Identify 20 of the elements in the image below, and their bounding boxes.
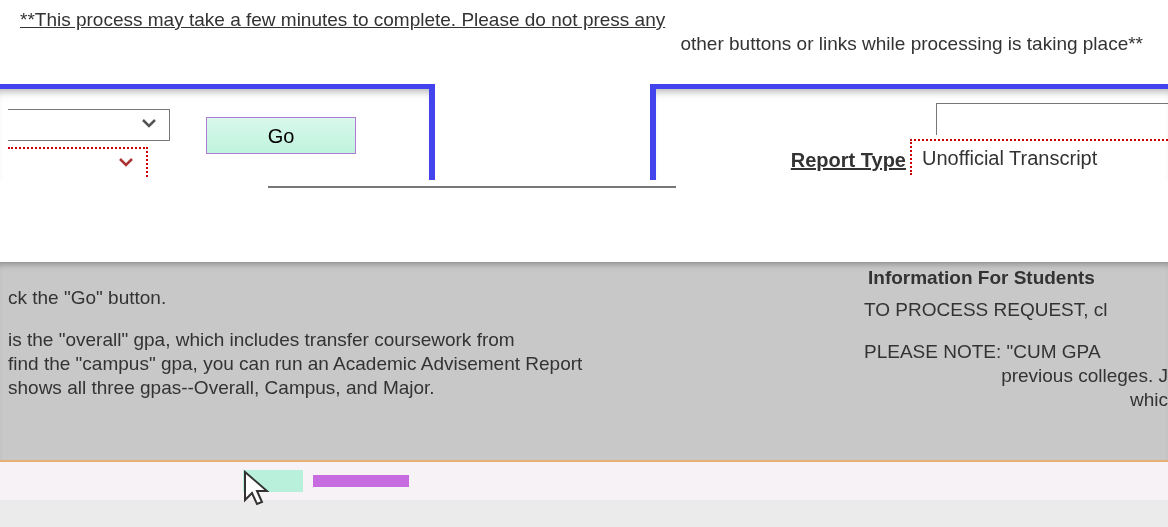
info-text: shows all three gpas--Overall, Campus, and Major.	[8, 376, 436, 400]
info-text: ck the "Go" button.	[8, 286, 168, 310]
info-text: find the "campus" gpa, you can run an Academic Advisement Report	[8, 352, 583, 376]
info-text: TO PROCESS REQUEST, cl	[864, 298, 1109, 322]
section-heading: Information For Students	[867, 266, 1096, 290]
info-text: whic	[1129, 388, 1168, 412]
info-text: is the "overall" gpa, which includes transfer coursework from	[8, 328, 516, 352]
chevron-down-icon	[118, 157, 134, 167]
report-type-label: Report Type	[789, 148, 907, 173]
processing-notice: **This process may take a few minutes to complete. Please do not press any	[20, 8, 667, 32]
cursor-icon	[243, 470, 269, 506]
institution-field[interactable]	[936, 103, 1168, 135]
processing-notice: other buttons or links while processing is taking place**	[679, 32, 1144, 56]
select-field[interactable]	[8, 147, 148, 177]
chevron-down-icon	[141, 118, 157, 128]
info-text: PLEASE NOTE: "CUM GPA	[864, 340, 1102, 364]
go-button[interactable]: Go	[206, 117, 356, 154]
select-field[interactable]	[8, 109, 170, 141]
report-type-field[interactable]: Unofficial Transcript	[910, 139, 1168, 175]
info-text: previous colleges. J	[1000, 364, 1168, 388]
